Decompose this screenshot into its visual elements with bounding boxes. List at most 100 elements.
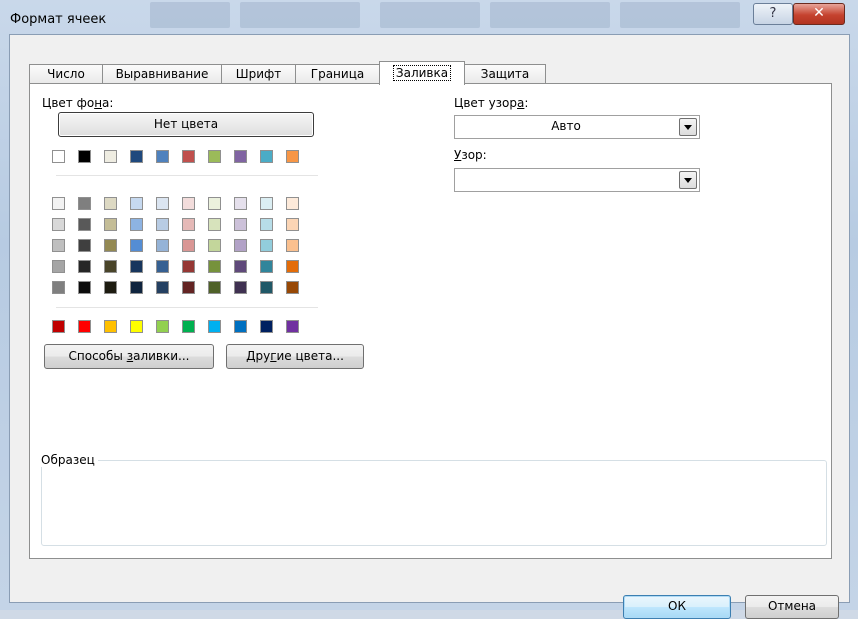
color-swatch-tint1-1[interactable] bbox=[52, 197, 65, 210]
color-swatch-tint4-3[interactable] bbox=[104, 260, 117, 273]
color-swatch-theme-4[interactable] bbox=[130, 150, 143, 163]
more-colors-button[interactable]: Другие цвета... bbox=[226, 344, 364, 369]
color-swatch-tint1-2[interactable] bbox=[78, 197, 91, 210]
color-swatch-standard-2[interactable] bbox=[78, 320, 91, 333]
color-swatch-standard-10[interactable] bbox=[286, 320, 299, 333]
color-swatch-standard-6[interactable] bbox=[182, 320, 195, 333]
color-swatch-tint4-7[interactable] bbox=[208, 260, 221, 273]
color-swatch-theme-6[interactable] bbox=[182, 150, 195, 163]
color-swatch-theme-7[interactable] bbox=[208, 150, 221, 163]
color-swatch-theme-2[interactable] bbox=[78, 150, 91, 163]
tab-alignment[interactable]: Выравнивание bbox=[102, 64, 222, 84]
dialog-client-area: Число Выравнивание Шрифт Граница Заливка… bbox=[9, 34, 850, 619]
color-swatch-tint2-4[interactable] bbox=[130, 218, 143, 231]
title-bar[interactable]: Формат ячеек ? ✕ bbox=[0, 0, 858, 34]
palette-divider bbox=[56, 307, 318, 308]
color-swatch-tint3-10[interactable] bbox=[286, 239, 299, 252]
tab-font[interactable]: Шрифт bbox=[221, 64, 296, 84]
color-swatch-theme-8[interactable] bbox=[234, 150, 247, 163]
color-swatch-tint1-4[interactable] bbox=[130, 197, 143, 210]
color-swatch-tint3-9[interactable] bbox=[260, 239, 273, 252]
color-swatch-tint5-5[interactable] bbox=[156, 281, 169, 294]
color-swatch-tint4-4[interactable] bbox=[130, 260, 143, 273]
color-swatch-tint2-7[interactable] bbox=[208, 218, 221, 231]
sample-group: Образец bbox=[41, 453, 827, 546]
color-swatch-tint3-1[interactable] bbox=[52, 239, 65, 252]
color-swatch-tint5-8[interactable] bbox=[234, 281, 247, 294]
color-swatch-tint3-8[interactable] bbox=[234, 239, 247, 252]
color-swatch-tint4-5[interactable] bbox=[156, 260, 169, 273]
color-swatch-tint3-2[interactable] bbox=[78, 239, 91, 252]
color-swatch-standard-1[interactable] bbox=[52, 320, 65, 333]
color-swatch-theme-3[interactable] bbox=[104, 150, 117, 163]
tab-protection[interactable]: Защита bbox=[464, 64, 546, 84]
color-swatch-tint4-10[interactable] bbox=[286, 260, 299, 273]
color-swatch-tint3-3[interactable] bbox=[104, 239, 117, 252]
tab-fill[interactable]: Заливка bbox=[379, 61, 465, 85]
color-swatch-tint5-7[interactable] bbox=[208, 281, 221, 294]
background-ghost bbox=[240, 2, 360, 28]
color-swatch-tint2-2[interactable] bbox=[78, 218, 91, 231]
color-swatch-tint1-6[interactable] bbox=[182, 197, 195, 210]
color-swatch-theme-9[interactable] bbox=[260, 150, 273, 163]
fill-effects-button[interactable]: Способы заливки... bbox=[44, 344, 214, 369]
color-swatch-tint4-9[interactable] bbox=[260, 260, 273, 273]
color-swatch-tint1-3[interactable] bbox=[104, 197, 117, 210]
pattern-color-label: Цвет узора: bbox=[454, 96, 529, 110]
color-swatch-tint1-5[interactable] bbox=[156, 197, 169, 210]
sample-preview bbox=[44, 471, 824, 543]
color-swatch-tint5-9[interactable] bbox=[260, 281, 273, 294]
window-title: Формат ячеек bbox=[10, 12, 107, 27]
no-color-button[interactable]: Нет цвета bbox=[58, 112, 314, 137]
color-swatch-tint4-1[interactable] bbox=[52, 260, 65, 273]
background-ghost bbox=[150, 2, 230, 28]
cancel-button[interactable]: Отмена bbox=[745, 595, 839, 619]
color-swatch-tint3-4[interactable] bbox=[130, 239, 143, 252]
ok-button[interactable]: ОК bbox=[623, 595, 731, 619]
color-swatch-tint5-3[interactable] bbox=[104, 281, 117, 294]
color-swatch-tint2-8[interactable] bbox=[234, 218, 247, 231]
color-swatch-standard-3[interactable] bbox=[104, 320, 117, 333]
color-swatch-tint4-8[interactable] bbox=[234, 260, 247, 273]
color-swatch-tint5-2[interactable] bbox=[78, 281, 91, 294]
pattern-color-dropdown[interactable]: Авто bbox=[454, 115, 700, 139]
color-swatch-tint1-7[interactable] bbox=[208, 197, 221, 210]
color-swatch-tint2-1[interactable] bbox=[52, 218, 65, 231]
color-swatch-standard-5[interactable] bbox=[156, 320, 169, 333]
color-swatch-tint5-6[interactable] bbox=[182, 281, 195, 294]
color-swatch-tint2-3[interactable] bbox=[104, 218, 117, 231]
format-cells-dialog: Формат ячеек ? ✕ Число Выравнивание Шриф… bbox=[0, 0, 858, 619]
color-swatch-tint3-6[interactable] bbox=[182, 239, 195, 252]
chevron-down-icon[interactable] bbox=[679, 171, 697, 189]
color-swatch-tint4-6[interactable] bbox=[182, 260, 195, 273]
color-swatch-standard-4[interactable] bbox=[130, 320, 143, 333]
color-swatch-tint1-8[interactable] bbox=[234, 197, 247, 210]
background-ghost bbox=[380, 2, 480, 28]
pattern-style-dropdown[interactable] bbox=[454, 168, 700, 192]
color-swatch-tint5-4[interactable] bbox=[130, 281, 143, 294]
color-swatch-theme-10[interactable] bbox=[286, 150, 299, 163]
color-swatch-tint2-9[interactable] bbox=[260, 218, 273, 231]
color-swatch-tint2-10[interactable] bbox=[286, 218, 299, 231]
color-swatch-tint3-7[interactable] bbox=[208, 239, 221, 252]
color-swatch-standard-8[interactable] bbox=[234, 320, 247, 333]
color-swatch-tint1-9[interactable] bbox=[260, 197, 273, 210]
background-ghost bbox=[620, 2, 740, 28]
color-swatch-theme-1[interactable] bbox=[52, 150, 65, 163]
sample-label: Образец bbox=[41, 453, 98, 467]
tab-number[interactable]: Число bbox=[29, 64, 103, 84]
color-swatch-tint5-1[interactable] bbox=[52, 281, 65, 294]
help-button[interactable]: ? bbox=[753, 3, 793, 25]
color-swatch-tint3-5[interactable] bbox=[156, 239, 169, 252]
color-swatch-theme-5[interactable] bbox=[156, 150, 169, 163]
tab-border[interactable]: Граница bbox=[295, 64, 380, 84]
close-button[interactable]: ✕ bbox=[793, 3, 845, 25]
color-swatch-standard-9[interactable] bbox=[260, 320, 273, 333]
color-swatch-tint4-2[interactable] bbox=[78, 260, 91, 273]
chevron-down-icon[interactable] bbox=[679, 118, 697, 136]
color-swatch-standard-7[interactable] bbox=[208, 320, 221, 333]
color-swatch-tint2-5[interactable] bbox=[156, 218, 169, 231]
color-swatch-tint1-10[interactable] bbox=[286, 197, 299, 210]
color-swatch-tint2-6[interactable] bbox=[182, 218, 195, 231]
color-swatch-tint5-10[interactable] bbox=[286, 281, 299, 294]
